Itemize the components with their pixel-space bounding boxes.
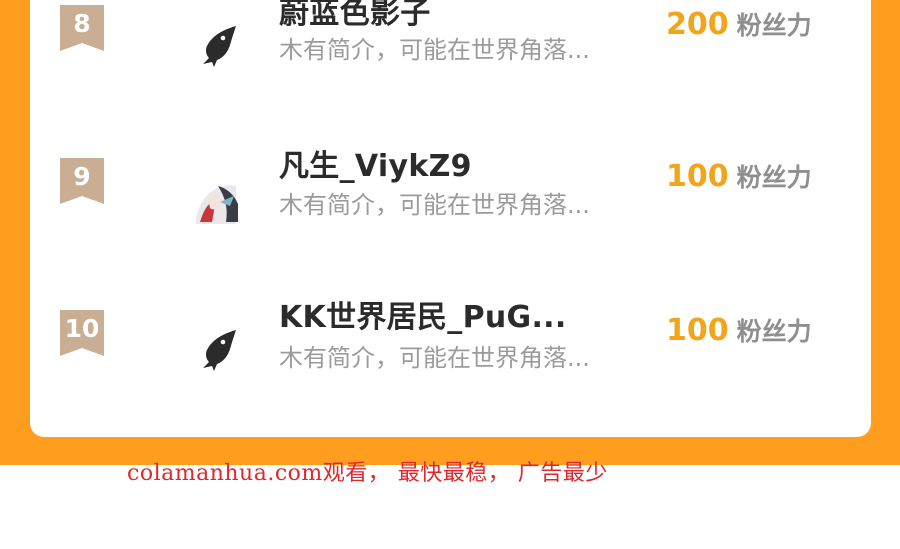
user-name[interactable]: 凡生_ViykZ9 [279,141,472,185]
fan-power-score: 100 粉丝力 [666,312,812,348]
score-value: 100 [666,159,729,194]
site-watermark: colamanhua.com观看， 最快最稳， 广告最少 [127,461,608,486]
score-value: 200 [666,7,729,42]
rank-number: 8 [73,9,91,38]
ranking-row[interactable]: 9 凡生_ViykZ9 木有简介，可能在世界角落... 100 粉丝力 [30,120,871,270]
user-name[interactable]: 蔚蓝色影子 [279,0,431,32]
rank-flag-icon: 9 [60,158,104,204]
score-unit: 粉丝力 [736,11,812,40]
user-intro: 木有简介，可能在世界角落... [279,344,590,372]
fan-power-score: 100 粉丝力 [666,158,812,194]
fan-ranking-card: 8 蔚蓝色影子 木有简介，可能在世界角落... 200 粉丝力 9 凡生_Viy… [30,0,871,437]
score-unit: 粉丝力 [736,163,812,192]
rank-flag-icon: 10 [60,310,104,356]
rank-number: 9 [73,162,91,191]
ranking-row[interactable]: 8 蔚蓝色影子 木有简介，可能在世界角落... 200 粉丝力 [30,0,871,120]
user-name[interactable]: KK世界居民_PuG... [279,292,567,336]
rank-number: 10 [64,314,100,343]
user-intro: 木有简介，可能在世界角落... [279,36,590,64]
ranking-row[interactable]: 10 KK世界居民_PuG... 木有简介，可能在世界角落... 100 粉丝力 [30,270,871,420]
fan-power-score: 200 粉丝力 [666,6,812,42]
user-intro: 木有简介，可能在世界角落... [279,191,590,219]
rank-flag-icon: 8 [60,5,104,51]
fish-icon[interactable] [190,20,242,72]
score-value: 100 [666,313,729,348]
score-unit: 粉丝力 [736,317,812,346]
anime-avatar[interactable] [190,176,242,228]
fish-icon[interactable] [190,324,242,376]
